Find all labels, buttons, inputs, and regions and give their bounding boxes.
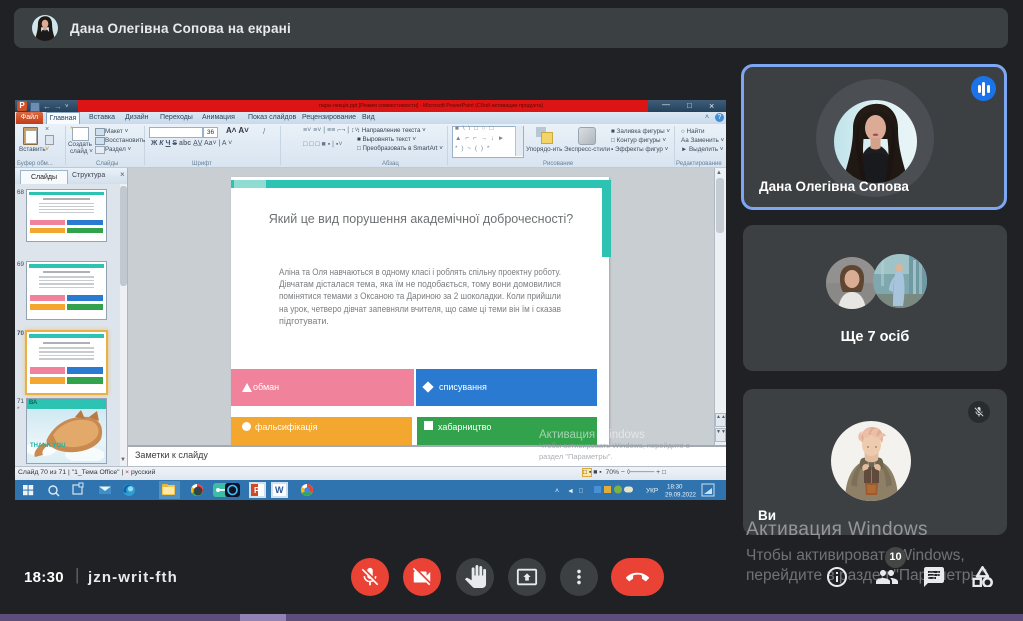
svg-text:УКР: УКР: [646, 488, 658, 495]
svg-text:W: W: [275, 485, 284, 495]
svg-text:□: □: [579, 488, 583, 495]
svg-text:29.09.2022: 29.09.2022: [665, 492, 697, 499]
svg-text:P: P: [254, 486, 260, 495]
svg-text:18:30: 18:30: [667, 484, 683, 491]
svg-text:˄: ˄: [555, 488, 559, 495]
svg-text:◄: ◄: [567, 488, 574, 495]
